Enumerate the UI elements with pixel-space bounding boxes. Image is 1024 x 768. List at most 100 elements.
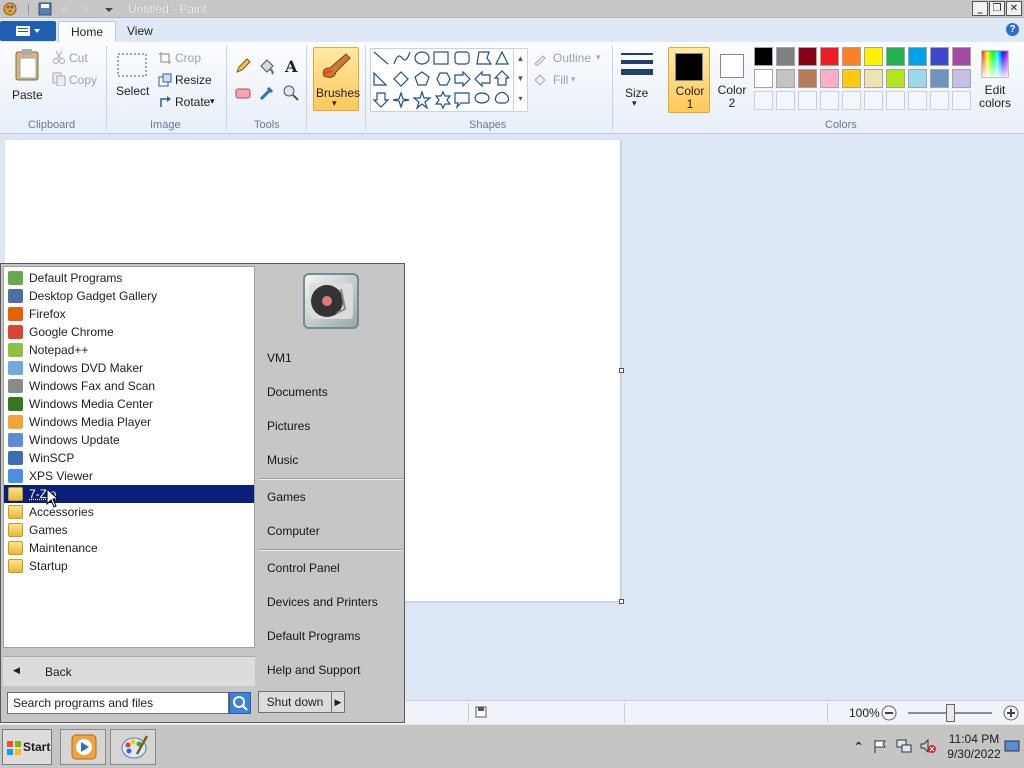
close-button[interactable]: ✕ xyxy=(1006,1,1022,16)
fill-dropdown-icon[interactable]: ▾ xyxy=(571,74,585,88)
show-hidden-icons-icon[interactable]: ⌃ xyxy=(854,740,863,753)
program-item[interactable]: Windows Update xyxy=(4,431,254,449)
color-swatch[interactable] xyxy=(798,69,817,88)
zoom-slider-thumb[interactable] xyxy=(946,704,955,722)
cut-button[interactable]: Cut xyxy=(69,51,88,65)
program-folder[interactable]: Games xyxy=(4,521,254,539)
undo-icon[interactable] xyxy=(58,2,72,16)
custom-color-slot[interactable] xyxy=(754,91,773,110)
start-menu-link[interactable]: Devices and Printers xyxy=(267,595,378,609)
outline-dropdown-icon[interactable]: ▾ xyxy=(596,52,610,66)
search-input[interactable]: Search programs and files xyxy=(7,692,229,714)
tab-home[interactable]: Home xyxy=(58,21,117,42)
brushes-button[interactable]: Brushes ▾ xyxy=(313,47,360,111)
color-picker-icon[interactable] xyxy=(257,83,277,103)
start-button[interactable]: Start xyxy=(2,729,52,765)
fill-bucket-icon[interactable] xyxy=(257,56,277,76)
zoom-out-icon[interactable] xyxy=(881,705,897,724)
back-button[interactable]: ◀ Back xyxy=(3,656,255,686)
custom-color-slot[interactable] xyxy=(820,91,839,110)
program-item[interactable]: XPS Viewer xyxy=(4,467,254,485)
start-menu-link[interactable]: Control Panel xyxy=(267,561,340,575)
user-picture[interactable] xyxy=(303,273,359,329)
custom-color-slot[interactable] xyxy=(886,91,905,110)
color1-button[interactable]: Color 1 xyxy=(668,47,710,113)
shut-down-options-button[interactable]: ▶ xyxy=(331,691,345,713)
program-item[interactable]: WinSCP xyxy=(4,449,254,467)
color-swatch[interactable] xyxy=(930,47,949,66)
program-folder[interactable]: 7-Zip xyxy=(4,485,254,503)
show-desktop-icon[interactable] xyxy=(1004,738,1020,757)
redo-icon[interactable] xyxy=(78,2,92,16)
resize-handle-right[interactable] xyxy=(619,368,624,373)
clock[interactable]: 11:04 PM 9/30/2022 xyxy=(944,732,1004,762)
custom-color-slot[interactable] xyxy=(864,91,883,110)
custom-color-slot[interactable] xyxy=(952,91,971,110)
text-tool-icon[interactable]: A xyxy=(281,56,301,76)
color-swatch[interactable] xyxy=(952,69,971,88)
help-icon[interactable]: ? xyxy=(1006,23,1019,36)
copy-button[interactable]: Copy xyxy=(69,73,97,87)
edit-colors-button[interactable]: Edit colors xyxy=(975,47,1015,113)
resize-handle-corner[interactable] xyxy=(619,599,624,604)
custom-color-slot[interactable] xyxy=(842,91,861,110)
action-center-flag-icon[interactable] xyxy=(872,738,888,757)
paint-menu-button[interactable] xyxy=(0,21,56,41)
volume-muted-icon[interactable] xyxy=(920,738,936,757)
program-folder[interactable]: Maintenance xyxy=(4,539,254,557)
eraser-icon[interactable] xyxy=(233,83,253,103)
color-swatch[interactable] xyxy=(754,47,773,66)
program-item[interactable]: Google Chrome xyxy=(4,323,254,341)
paint-app-icon[interactable] xyxy=(3,2,17,16)
program-item[interactable]: Windows Media Center xyxy=(4,395,254,413)
program-item[interactable]: Windows Media Player xyxy=(4,413,254,431)
tab-view[interactable]: View xyxy=(115,21,165,42)
color2-button[interactable]: Color 2 xyxy=(712,47,752,113)
start-menu-link[interactable]: Pictures xyxy=(267,419,310,433)
taskbar-paint[interactable] xyxy=(110,729,156,765)
rotate-dropdown-icon[interactable]: ▾ xyxy=(210,96,224,110)
custom-color-slot[interactable] xyxy=(930,91,949,110)
program-item[interactable]: Desktop Gadget Gallery xyxy=(4,287,254,305)
program-item[interactable]: Windows DVD Maker xyxy=(4,359,254,377)
paste-button[interactable]: Paste xyxy=(8,46,48,112)
color-swatch[interactable] xyxy=(952,47,971,66)
start-menu-link[interactable]: Music xyxy=(267,453,298,467)
pencil-icon[interactable] xyxy=(233,56,253,76)
select-button[interactable]: Select xyxy=(112,50,152,110)
shut-down-button[interactable]: Shut down xyxy=(258,691,332,713)
color-swatch[interactable] xyxy=(864,69,883,88)
fill-button[interactable]: Fill xyxy=(553,73,568,87)
color-swatch[interactable] xyxy=(930,69,949,88)
taskbar-media-player[interactable] xyxy=(60,729,106,765)
program-folder[interactable]: Accessories xyxy=(4,503,254,521)
color-swatch[interactable] xyxy=(820,47,839,66)
magnifier-icon[interactable] xyxy=(281,83,301,103)
color-swatch[interactable] xyxy=(754,69,773,88)
search-button[interactable] xyxy=(229,692,251,714)
color-swatch[interactable] xyxy=(842,47,861,66)
start-menu-link[interactable]: Help and Support xyxy=(267,663,360,677)
program-item[interactable]: Notepad++ xyxy=(4,341,254,359)
start-menu-link[interactable]: Computer xyxy=(267,524,320,538)
start-menu-link[interactable]: VM1 xyxy=(267,351,292,365)
color-swatch[interactable] xyxy=(842,69,861,88)
size-button[interactable]: Size ▾ xyxy=(618,48,658,112)
custom-color-slot[interactable] xyxy=(776,91,795,110)
program-item[interactable]: Windows Fax and Scan xyxy=(4,377,254,395)
color-swatch[interactable] xyxy=(886,69,905,88)
program-item[interactable]: Default Programs xyxy=(4,269,254,287)
color-swatch[interactable] xyxy=(908,47,927,66)
color-swatch[interactable] xyxy=(776,47,795,66)
start-menu-link[interactable]: Games xyxy=(267,490,306,504)
shapes-scrollbar[interactable]: ▲ ▼ ▾ xyxy=(513,49,527,111)
restore-button[interactable]: ❐ xyxy=(989,1,1005,16)
program-folder[interactable]: Startup xyxy=(4,557,254,575)
start-menu-link[interactable]: Default Programs xyxy=(267,629,360,643)
custom-color-slot[interactable] xyxy=(798,91,817,110)
outline-button[interactable]: Outline xyxy=(553,51,591,65)
resize-button[interactable]: Resize xyxy=(175,73,212,87)
start-menu-link[interactable]: Documents xyxy=(267,385,328,399)
rotate-button[interactable]: Rotate xyxy=(175,95,210,109)
color-swatch[interactable] xyxy=(798,47,817,66)
